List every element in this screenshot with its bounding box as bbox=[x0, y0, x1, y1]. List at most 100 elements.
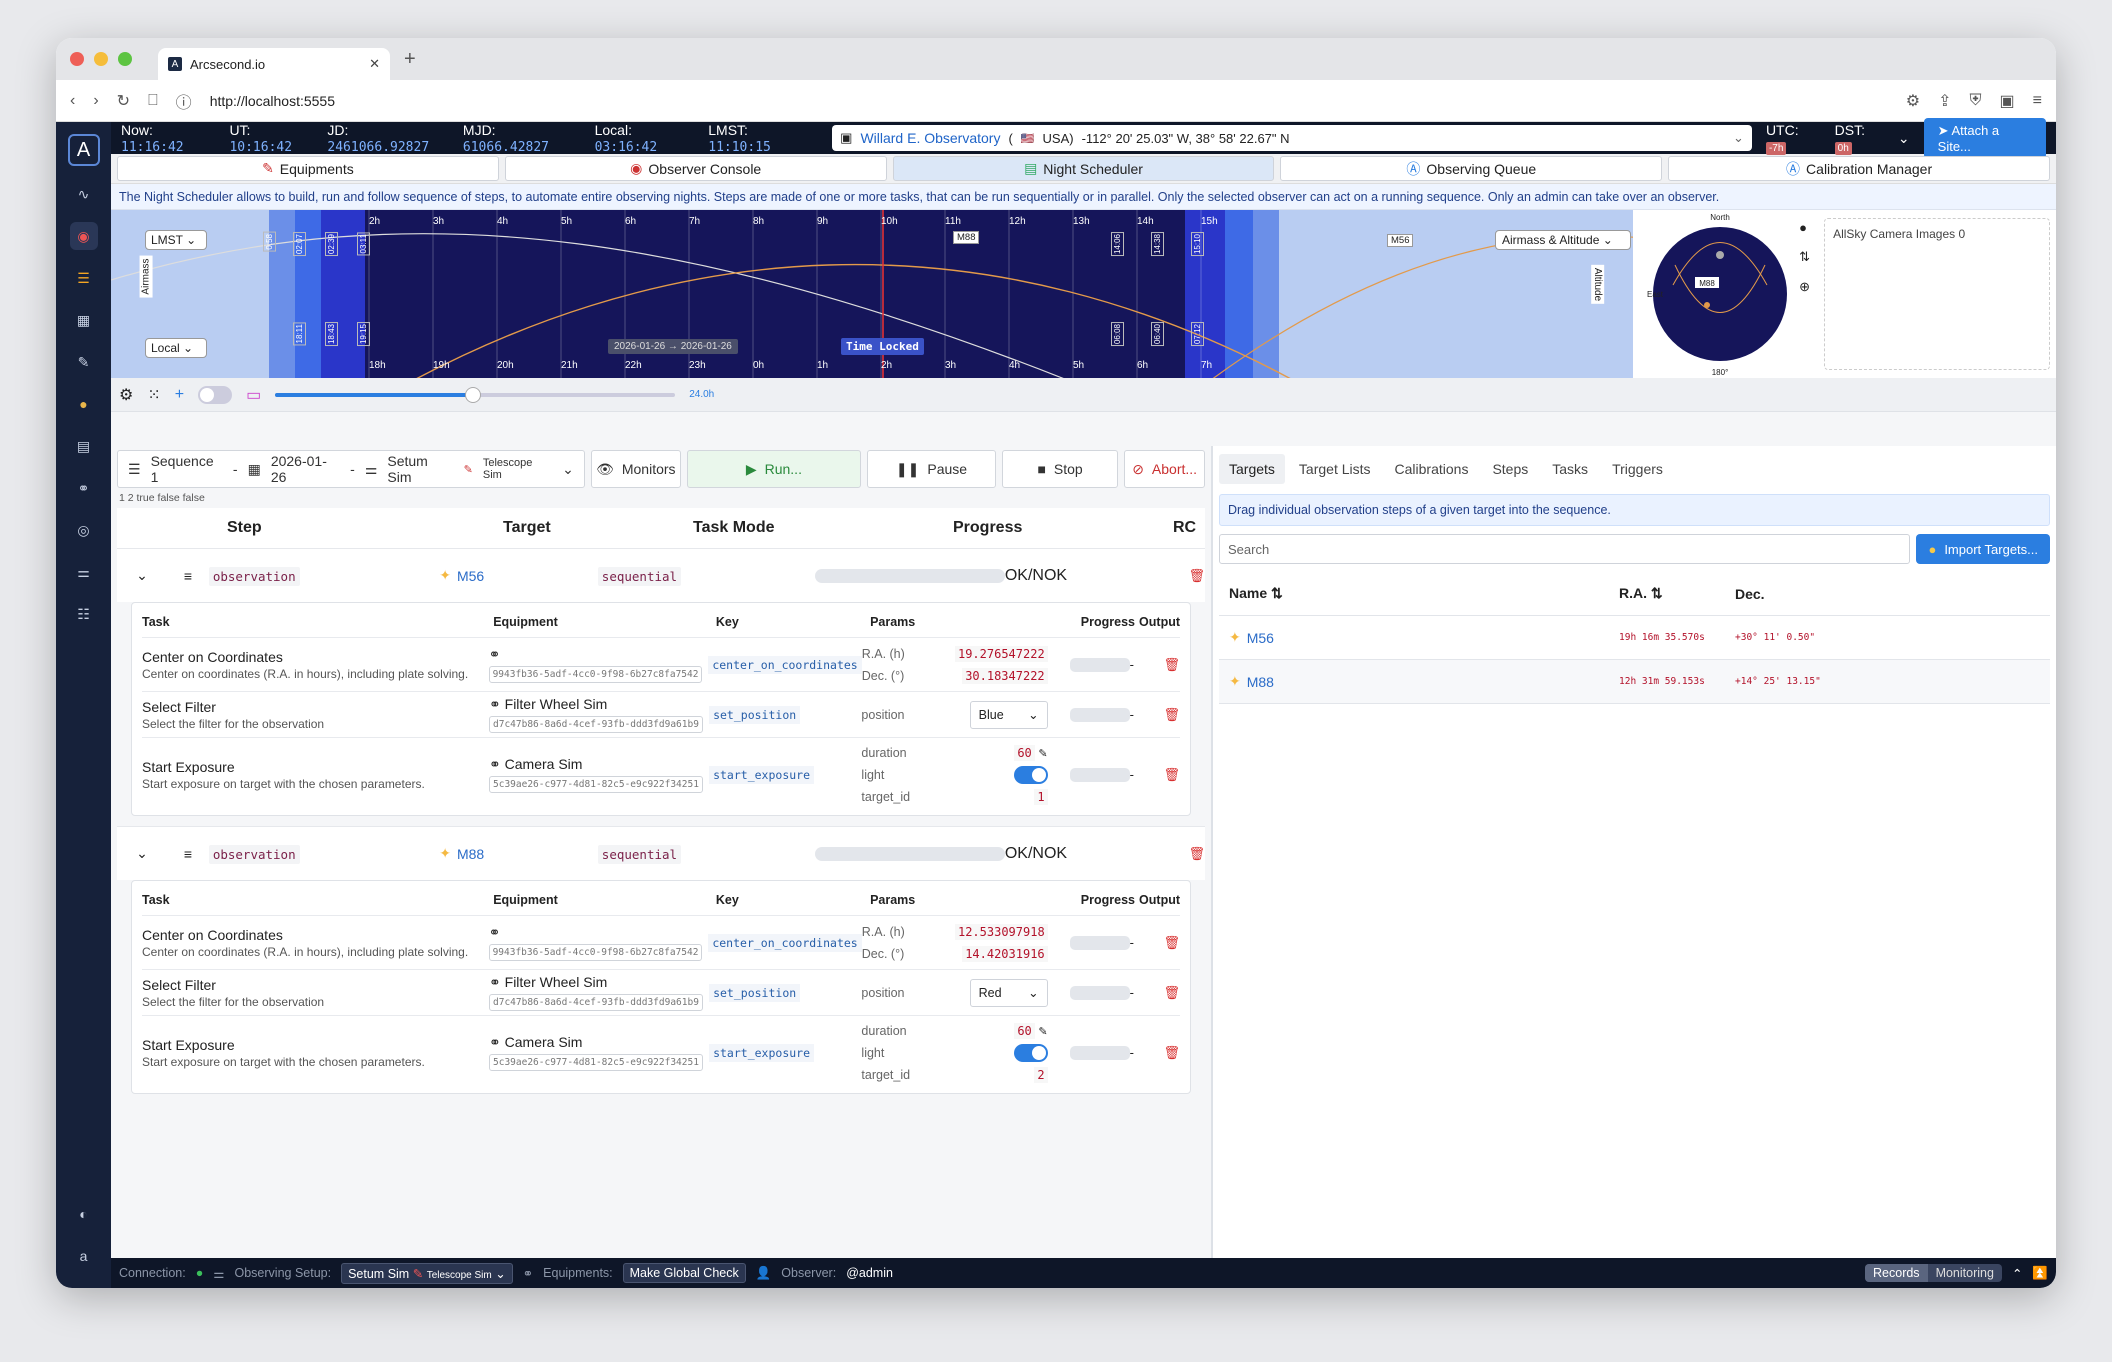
stop-button[interactable]: ■ Stop bbox=[1001, 450, 1119, 488]
delete-step-icon[interactable]: 🗑 bbox=[1188, 846, 1205, 862]
delete-task-icon[interactable]: 🗑 bbox=[1163, 707, 1180, 723]
reload-icon[interactable]: ↻ bbox=[117, 91, 130, 111]
delete-task-icon[interactable]: 🗑 bbox=[1163, 935, 1180, 951]
target-name[interactable]: M88 bbox=[1247, 674, 1274, 690]
settings-icon[interactable]: ⚙ bbox=[119, 385, 133, 405]
targets-search-input[interactable]: Search bbox=[1219, 534, 1911, 564]
task-row[interactable]: Start Exposure Start exposure on target w… bbox=[142, 1015, 1180, 1089]
dot-icon[interactable]: ● bbox=[1799, 220, 1810, 235]
sidebar-item-burger-icon[interactable]: ☰ bbox=[70, 264, 98, 292]
delete-task-icon[interactable]: 🗑 bbox=[1163, 657, 1180, 673]
chevron-down-icon[interactable]: ⌄ bbox=[1898, 130, 1910, 147]
site-info-icon[interactable]: ⓘ bbox=[176, 89, 192, 113]
param-value[interactable]: 12.533097918 bbox=[954, 923, 1048, 940]
tab-calibrations[interactable]: Calibrations bbox=[1385, 454, 1479, 484]
task-row[interactable]: Start Exposure Start exposure on target w… bbox=[142, 737, 1180, 811]
forward-icon[interactable]: › bbox=[93, 92, 98, 110]
lock-toggle[interactable] bbox=[198, 385, 233, 404]
tab-night-scheduler[interactable]: ▤ Night Scheduler bbox=[892, 156, 1275, 181]
step-row[interactable]: ⌄ ≡ observation ✦ M56 sequential OK/NOK 🗑 bbox=[117, 548, 1205, 602]
new-tab-icon[interactable]: + bbox=[404, 48, 416, 71]
arcsecond-logo-icon[interactable]: A bbox=[67, 134, 100, 166]
light-toggle[interactable] bbox=[1013, 1043, 1048, 1062]
swap-icon[interactable]: ⇅ bbox=[1799, 249, 1810, 265]
globe-icon[interactable]: ⊕ bbox=[1799, 279, 1810, 295]
abort-button[interactable]: ⊘ Abort... bbox=[1124, 450, 1205, 488]
filter-select[interactable]: Red ⌄ bbox=[969, 978, 1048, 1007]
param-value[interactable]: 2 bbox=[1034, 1066, 1048, 1083]
sidebar-item-wave-icon[interactable]: ∿ bbox=[70, 180, 98, 208]
sidebar-item-sun-icon[interactable]: ● bbox=[70, 390, 98, 418]
sequence-selector[interactable]: ☰ Sequence 1 - ▦ 2026-01-26 - ⚌ Setum Si… bbox=[117, 450, 585, 488]
drag-handle-icon[interactable]: ≡ bbox=[167, 846, 209, 862]
step-row[interactable]: ⌄ ≡ observation ✦ M88 sequential OK/NOK 🗑 bbox=[117, 826, 1205, 880]
browser-tab[interactable]: A Arcsecond.io ✕ bbox=[158, 48, 390, 80]
back-icon[interactable]: ‹ bbox=[70, 92, 75, 110]
param-value[interactable]: 1 bbox=[1034, 788, 1048, 805]
param-value[interactable]: 30.18347222 bbox=[962, 667, 1048, 684]
param-value[interactable]: 19.276547222 bbox=[954, 645, 1048, 662]
edit-icon[interactable]: ✎ bbox=[1038, 1026, 1047, 1038]
timeline-slider[interactable] bbox=[275, 386, 676, 403]
target-name[interactable]: M56 bbox=[1247, 630, 1274, 646]
menu-icon[interactable]: ≡ bbox=[2033, 92, 2042, 110]
filter-select[interactable]: Blue ⌄ bbox=[969, 700, 1048, 729]
extensions-icon[interactable]: ⚙ bbox=[1906, 91, 1920, 111]
import-targets-button[interactable]: ● Import Targets... bbox=[1916, 534, 2050, 564]
target-row[interactable]: ✦ M56 19h 16m 35.570s +30° 11' 0.50" bbox=[1219, 616, 2050, 660]
step-target[interactable]: M88 bbox=[457, 846, 484, 862]
sidebar-item-building-icon[interactable]: ▦ bbox=[70, 306, 98, 334]
share-icon[interactable]: ⇪ bbox=[1938, 91, 1951, 111]
records-option[interactable]: Records bbox=[1865, 1264, 1928, 1282]
pause-button[interactable]: ❚❚ Pause bbox=[867, 450, 996, 488]
edit-icon[interactable]: ✎ bbox=[1038, 748, 1047, 760]
lmst-select[interactable]: LMST ⌄ bbox=[145, 230, 207, 250]
param-value[interactable]: 60 bbox=[1014, 745, 1035, 761]
tab-target-lists[interactable]: Target Lists bbox=[1289, 454, 1381, 484]
records-monitoring-toggle[interactable]: Records Monitoring bbox=[1865, 1264, 2002, 1282]
param-value[interactable]: 14.42031916 bbox=[962, 945, 1048, 962]
sidebar-item-database-icon[interactable]: ▤ bbox=[70, 432, 98, 460]
global-check-button[interactable]: Make Global Check bbox=[622, 1263, 746, 1283]
add-icon[interactable]: + bbox=[175, 386, 184, 404]
observing-setup-select[interactable]: Setum Sim ✎ Telescope Sim ⌄ bbox=[341, 1262, 513, 1284]
chevron-up-icon[interactable]: ⌃ bbox=[2012, 1266, 2022, 1281]
shield-icon[interactable]: ⛨ bbox=[1970, 92, 1982, 110]
collapse-chevron-icon[interactable]: ⌄ bbox=[117, 845, 167, 862]
close-tab-icon[interactable]: ✕ bbox=[369, 56, 380, 72]
task-row[interactable]: Select Filter Select the filter for the o… bbox=[142, 969, 1180, 1015]
sidebar-icon[interactable]: ▣ bbox=[2000, 91, 2015, 111]
attach-site-button[interactable]: ➤ Attach a Site... bbox=[1923, 117, 2047, 159]
monitoring-option[interactable]: Monitoring bbox=[1928, 1264, 2002, 1282]
monitors-button[interactable]: 👁 Monitors bbox=[590, 450, 681, 488]
tab-targets[interactable]: Targets bbox=[1219, 454, 1285, 484]
step-target[interactable]: M56 bbox=[457, 568, 484, 584]
bookmark-icon[interactable]: ⎕ bbox=[148, 92, 158, 110]
tab-triggers[interactable]: Triggers bbox=[1602, 454, 1673, 484]
target-row[interactable]: ✦ M88 12h 31m 59.153s +14° 25' 13.15" bbox=[1219, 660, 2050, 704]
delete-task-icon[interactable]: 🗑 bbox=[1163, 1045, 1180, 1061]
tab-observing-queue[interactable]: Ⓐ Observing Queue bbox=[1280, 156, 1663, 181]
tab-equipments[interactable]: ✎ Equipments bbox=[117, 156, 499, 181]
col-ra[interactable]: R.A. ⇅ bbox=[1619, 585, 1735, 602]
param-value[interactable]: 60 bbox=[1014, 1023, 1035, 1039]
tab-calibration-manager[interactable]: Ⓐ Calibration Manager bbox=[1668, 156, 2050, 181]
tab-observer-console[interactable]: ◉ Observer Console bbox=[504, 156, 887, 181]
observatory-selector[interactable]: ▣ Willard E. Observatory (🇺🇸 USA) -112° … bbox=[832, 125, 1752, 151]
light-toggle[interactable] bbox=[1013, 765, 1048, 784]
task-row[interactable]: Center on Coordinates Center on coordinat… bbox=[142, 915, 1180, 969]
tab-steps[interactable]: Steps bbox=[1482, 454, 1538, 484]
task-row[interactable]: Select Filter Select the filter for the o… bbox=[142, 691, 1180, 737]
collapse-chevron-icon[interactable]: ⌄ bbox=[117, 567, 167, 584]
sidebar-item-binoculars-icon[interactable]: ⚭ bbox=[70, 474, 98, 502]
theme-toggle-icon[interactable]: ◐ bbox=[70, 1200, 98, 1228]
run-button[interactable]: ▶ Run... bbox=[686, 450, 862, 488]
sidebar-item-list-icon[interactable]: ☷ bbox=[70, 600, 98, 628]
sidebar-item-globe-icon[interactable]: ◎ bbox=[70, 516, 98, 544]
sky-map[interactable]: North East 180° M88 bbox=[1645, 210, 1795, 378]
sidebar-item-sliders-icon[interactable]: ⚌ bbox=[70, 558, 98, 586]
tab-tasks[interactable]: Tasks bbox=[1542, 454, 1598, 484]
account-icon[interactable]: a bbox=[70, 1242, 98, 1270]
url-field[interactable]: http://localhost:5555 bbox=[210, 93, 1888, 109]
local-select[interactable]: Local ⌄ bbox=[145, 338, 207, 358]
